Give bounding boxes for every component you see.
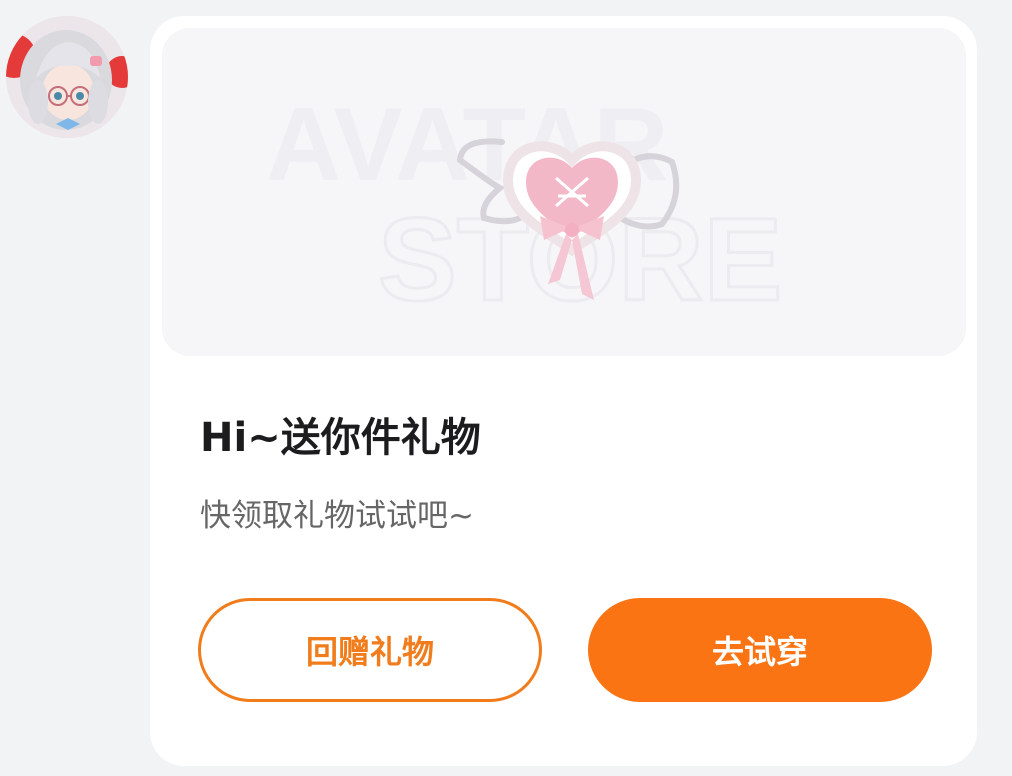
gift-card: AVATAR STORE Hi~送你件礼物 快领取礼物试试吧~ 回赠礼物 去试穿 xyxy=(150,16,977,766)
avatar[interactable] xyxy=(6,16,128,138)
gift-subtitle: 快领取礼物试试吧~ xyxy=(200,498,474,534)
banner-art: AVATAR STORE xyxy=(266,87,784,328)
user-avatar-icon xyxy=(6,16,128,138)
gift-title: Hi~送你件礼物 xyxy=(200,415,481,461)
gift-banner[interactable]: AVATAR STORE xyxy=(162,28,966,356)
try-on-button[interactable]: 去试穿 xyxy=(588,598,932,702)
gift-back-button[interactable]: 回赠礼物 xyxy=(198,598,542,702)
